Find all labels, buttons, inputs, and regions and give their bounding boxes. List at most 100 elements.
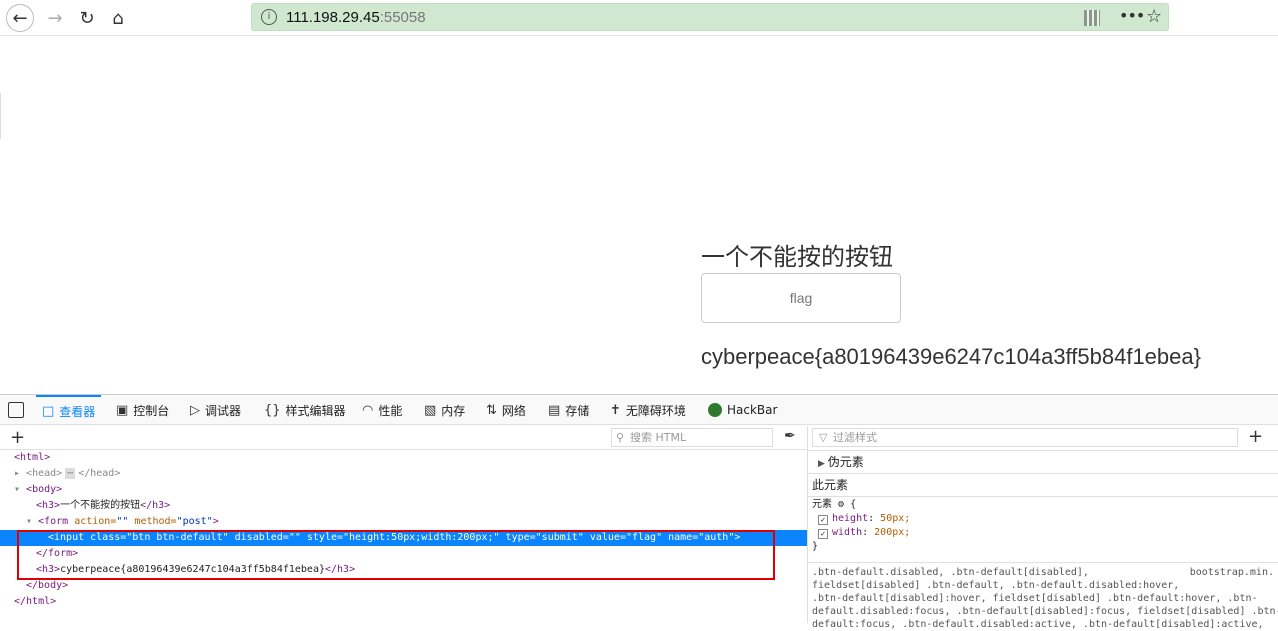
expand-arrow-icon[interactable]: ▸: [14, 468, 26, 479]
console-icon: ▣: [116, 402, 129, 418]
rule-source-link[interactable]: bootstrap.min.: [1190, 566, 1274, 579]
tab-label: 查看器: [59, 404, 96, 419]
head-close-tag: </head>: [78, 468, 121, 479]
h3-close-tag: </h3>: [140, 500, 171, 511]
css-property[interactable]: height: [832, 513, 868, 524]
accessibility-icon: ✝: [610, 402, 621, 418]
html-close-tag: </html>: [14, 596, 57, 607]
devtools-panel: □ 查看器 ▣ 控制台 ▷ 调试器 {} 样式编辑器 ◠ 性能 ▧ 内存 ⇅ 网络 ▤ 存储 ✝…: [0, 394, 1278, 630]
search-placeholder: 搜索 HTML: [630, 431, 687, 444]
reload-icon[interactable]: ↻: [73, 4, 101, 32]
tab-style-editor[interactable]: {} 样式编辑器: [264, 395, 346, 425]
search-icon: ⚲: [616, 431, 625, 444]
tab-label: 存储: [565, 403, 590, 418]
collapse-arrow-icon[interactable]: ▾: [14, 484, 26, 495]
close-brace: }: [812, 541, 819, 552]
declaration-row[interactable]: ✓ width: 200px;: [812, 526, 1278, 540]
memory-icon: ▧: [424, 402, 437, 418]
eyedropper-icon[interactable]: ✒: [784, 428, 796, 444]
tab-hackbar[interactable]: HackBar: [708, 395, 777, 425]
body-close-tag: </body>: [26, 580, 69, 591]
css-value[interactable]: 200px;: [874, 527, 910, 538]
tab-label: 性能: [378, 403, 403, 418]
markup-line[interactable]: </html>: [0, 594, 807, 610]
filter-icon: ▽: [819, 431, 828, 444]
add-rule-icon[interactable]: +: [1248, 426, 1263, 447]
flag-button[interactable]: flag: [701, 273, 901, 323]
gear-icon[interactable]: ⚙: [838, 499, 844, 510]
markup-line[interactable]: <html>: [0, 450, 807, 466]
form-attr: action=: [74, 516, 117, 527]
page-heading: 一个不能按的按钮: [701, 244, 893, 271]
form-tag-end: >: [212, 516, 219, 527]
markup-line[interactable]: <h3>一个不能按的按钮</h3>: [0, 498, 807, 514]
pseudo-elements-toggle[interactable]: ▶ 伪元素: [808, 450, 1278, 474]
markup-line[interactable]: ▾ <body>: [0, 482, 807, 498]
body-open-tag: <body>: [26, 484, 63, 495]
element-picker-icon[interactable]: [8, 402, 24, 418]
page-edge-marker: [0, 93, 1, 139]
back-icon[interactable]: ←: [6, 4, 34, 32]
pseudo-elements-label: 伪元素: [827, 455, 864, 469]
element-style-rule: 元素 ⚙ { ✓ height: 50px; ✓ width: 200px; }: [808, 498, 1278, 554]
url-bar[interactable]: i 111.198.29.45:55058 ••• ☆: [251, 3, 1169, 31]
checkbox-icon[interactable]: ✓: [818, 515, 828, 525]
rule-header: 元素 ⚙ {: [812, 498, 1278, 512]
html-open-tag: <html>: [14, 452, 51, 463]
tab-console[interactable]: ▣ 控制台: [116, 395, 169, 425]
collapsed-ellipsis[interactable]: ⋯: [65, 468, 76, 479]
markup-line[interactable]: ▸ <head> ⋯ </head>: [0, 466, 807, 482]
flag-text: cyberpeace{a80196439e6247c104a3ff5b84f1e…: [701, 344, 1201, 369]
tab-label: 控制台: [133, 403, 170, 418]
css-value[interactable]: 50px;: [880, 513, 910, 524]
form-attr: method=: [134, 516, 177, 527]
css-property[interactable]: width: [832, 527, 862, 538]
expand-arrow-icon: ▶: [818, 459, 828, 469]
markup-line[interactable]: ▾ <form action="" method="post">: [0, 514, 807, 530]
url-host: 111.198.29.45: [286, 9, 380, 26]
form-value: "": [116, 516, 129, 527]
tab-network[interactable]: ⇅ 网络: [486, 395, 526, 425]
storage-icon: ▤: [548, 402, 561, 418]
form-value: "post": [176, 516, 213, 527]
star-icon[interactable]: ☆: [1146, 6, 1162, 27]
add-node-icon[interactable]: +: [10, 427, 25, 448]
search-html-input[interactable]: ⚲ 搜索 HTML: [611, 428, 773, 447]
collapse-arrow-icon[interactable]: ▾: [26, 516, 38, 527]
filter-placeholder: 过滤样式: [833, 431, 877, 444]
debugger-icon: ▷: [190, 402, 200, 418]
declaration-row[interactable]: ✓ height: 50px;: [812, 512, 1278, 526]
filter-styles-input[interactable]: ▽ 过滤样式: [812, 428, 1238, 447]
home-icon[interactable]: ⌂: [104, 4, 132, 32]
tab-label: 样式编辑器: [285, 403, 346, 418]
browser-toolbar: ← → ↻ ⌂ i 111.198.29.45:55058 ••• ☆: [0, 0, 1278, 36]
url-text[interactable]: 111.198.29.45:55058: [286, 9, 426, 26]
tab-performance[interactable]: ◠ 性能: [362, 395, 402, 425]
element-label: 元素: [812, 499, 832, 510]
tab-debugger[interactable]: ▷ 调试器: [190, 395, 241, 425]
this-element-label: 此元素: [812, 478, 849, 492]
qr-code-icon[interactable]: [1084, 10, 1100, 26]
open-brace: {: [850, 499, 857, 510]
tab-storage[interactable]: ▤ 存储: [548, 395, 589, 425]
checkbox-icon[interactable]: ✓: [818, 529, 828, 539]
forward-icon[interactable]: →: [41, 4, 69, 32]
web-page: 一个不能按的按钮 flag cyberpeace{a80196439e6247c…: [0, 37, 1278, 394]
tab-inspector[interactable]: □ 查看器: [36, 395, 102, 425]
tab-memory[interactable]: ▧ 内存: [424, 395, 465, 425]
inspector-toolbar: + ⚲ 搜索 HTML ✒: [0, 426, 807, 450]
head-open-tag: <head>: [26, 468, 63, 479]
markup-line[interactable]: </body>: [0, 578, 807, 594]
more-icon[interactable]: •••: [1119, 6, 1145, 25]
form-tag: <form: [38, 516, 69, 527]
performance-icon: ◠: [362, 402, 374, 418]
info-icon[interactable]: i: [261, 9, 277, 25]
url-port: :55058: [379, 9, 426, 26]
tab-accessibility[interactable]: ✝ 无障碍环境: [610, 395, 686, 425]
this-element-header: 此元素: [808, 474, 1278, 497]
tab-label: HackBar: [727, 403, 778, 417]
hackbar-icon: [708, 403, 722, 417]
devtools-tab-bar: □ 查看器 ▣ 控制台 ▷ 调试器 {} 样式编辑器 ◠ 性能 ▧ 内存 ⇅ 网络 ▤ 存储 ✝…: [0, 395, 1278, 425]
inspector-icon: □: [42, 403, 55, 419]
network-icon: ⇅: [486, 402, 497, 418]
